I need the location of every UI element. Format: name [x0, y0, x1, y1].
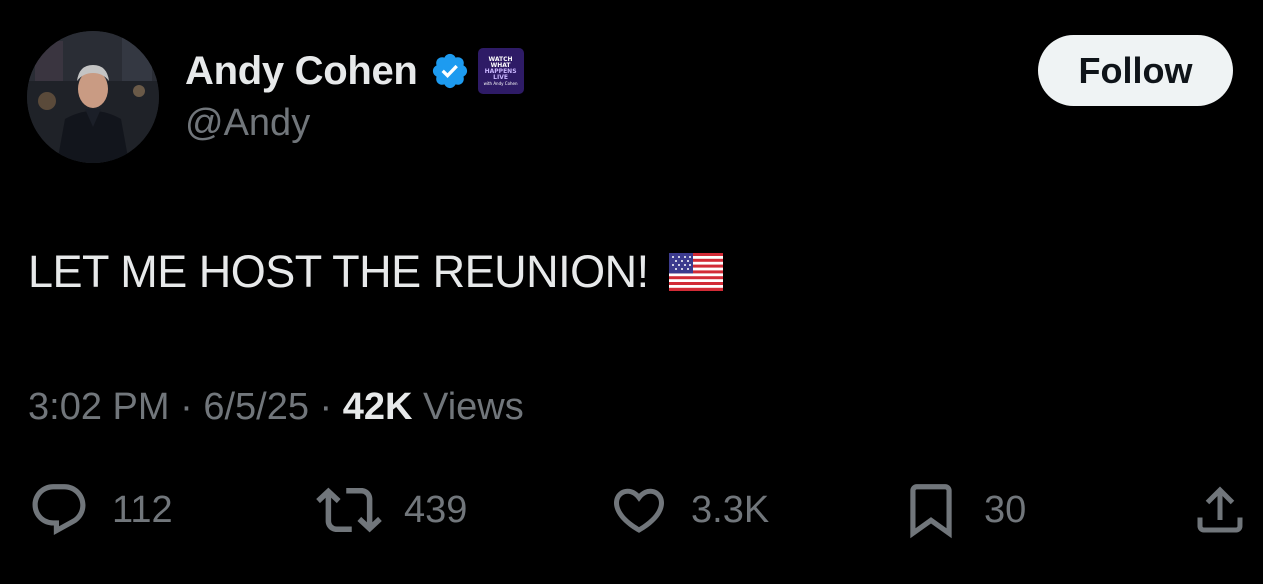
meta-separator: · [180, 386, 193, 428]
affiliate-line-1: WATCH WHAT [488, 55, 513, 69]
tweet-text-content: LET ME HOST THE REUNION! [28, 246, 649, 297]
tweet-meta: 3:02 PM · 6/5/25 · 42K Views [28, 386, 524, 429]
tweet-time[interactable]: 3:02 PM [28, 386, 170, 428]
affiliate-badge[interactable]: WATCH WHAT HAPPENS LIVE with Andy Cohen [477, 48, 524, 94]
repost-button[interactable]: 439 [316, 478, 467, 542]
author-avatar[interactable] [27, 31, 159, 163]
verified-badge-icon [432, 53, 467, 89]
avatar-image [27, 31, 159, 163]
bookmark-icon [910, 484, 952, 539]
author-display-name[interactable]: Andy Cohen [185, 49, 418, 94]
views-count: 42K [342, 386, 413, 428]
reply-button[interactable]: 112 [28, 478, 173, 542]
tweet-text: LET ME HOST THE REUNION! [28, 246, 723, 298]
tweet-date[interactable]: 6/5/25 [203, 386, 309, 428]
meta-separator: · [319, 386, 333, 428]
bookmark-button[interactable]: 30 [900, 478, 1026, 542]
tweet-actions-bar: 112 439 3.3K 30 [0, 478, 1263, 542]
repost-count: 439 [404, 488, 468, 531]
like-count: 3.3K [691, 488, 770, 531]
follow-button[interactable]: Follow [1038, 35, 1233, 106]
us-flag-icon [668, 253, 723, 291]
author-handle[interactable]: @Andy [185, 102, 310, 145]
share-button[interactable] [1190, 478, 1250, 542]
share-icon [1197, 486, 1243, 533]
like-button[interactable]: 3.3K [609, 478, 769, 542]
bookmark-count: 30 [984, 488, 1027, 531]
heart-icon [613, 488, 665, 533]
author-name-row: Andy Cohen WATCH WHAT HAPPENS LIVE with … [185, 44, 524, 98]
affiliate-line-3: with Andy Cohen [483, 80, 518, 86]
reply-count: 112 [112, 488, 173, 531]
views-label: Views [423, 386, 524, 428]
reply-icon [32, 484, 86, 536]
affiliate-line-2: HAPPENS LIVE [484, 67, 517, 81]
repost-icon [316, 487, 382, 533]
